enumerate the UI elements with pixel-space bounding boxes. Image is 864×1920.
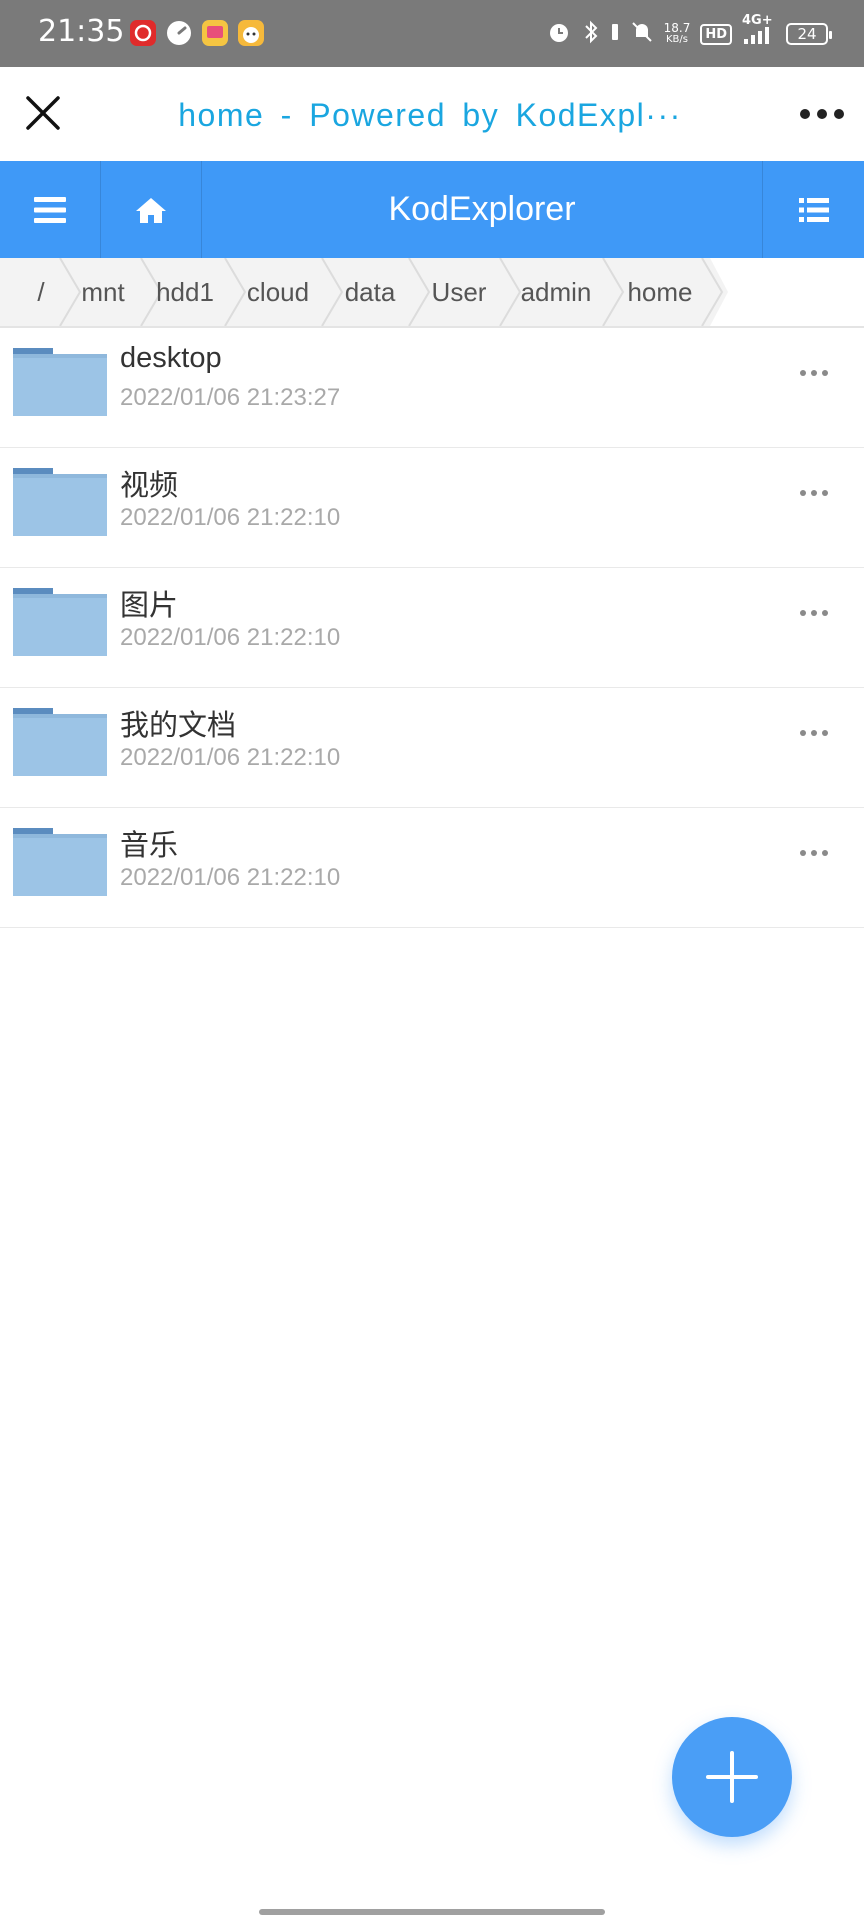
- hamburger-icon: [34, 196, 66, 223]
- battery-icon: 24: [786, 23, 832, 45]
- list-item[interactable]: 视频 2022/01/06 21:22:10: [0, 448, 864, 568]
- more-options-button[interactable]: [800, 107, 844, 121]
- dot: [800, 370, 806, 376]
- list-item[interactable]: desktop 2022/01/06 21:23:27: [0, 328, 864, 448]
- dot: [800, 490, 806, 496]
- folder-icon: [13, 468, 107, 536]
- dot: [811, 370, 817, 376]
- file-name: 图片: [120, 590, 179, 622]
- gift-app-icon: [202, 20, 228, 46]
- dot: [822, 370, 828, 376]
- close-button[interactable]: [24, 94, 62, 132]
- app-name: KodExplorer: [388, 190, 576, 228]
- vibrate-icon: [610, 19, 620, 50]
- dot: [800, 730, 806, 736]
- breadcrumb-admin[interactable]: admin: [510, 258, 602, 326]
- folder-icon: [13, 708, 107, 776]
- file-date: 2022/01/06 21:22:10: [120, 864, 341, 891]
- dot: [817, 109, 827, 119]
- breadcrumb: / mnt hdd1 cloud data User admin home: [0, 258, 864, 328]
- folder-icon: [13, 348, 107, 416]
- list-icon: [798, 197, 829, 222]
- breadcrumb-user[interactable]: User: [419, 258, 499, 326]
- net-speed: 18.7 KB/s: [664, 22, 691, 46]
- dot: [822, 850, 828, 856]
- home-icon: [136, 197, 166, 223]
- file-name: 音乐: [120, 830, 179, 862]
- item-more-button[interactable]: [800, 850, 828, 858]
- breadcrumb-root[interactable]: /: [22, 258, 60, 326]
- dot: [800, 610, 806, 616]
- dot: [834, 109, 844, 119]
- mute-icon: [630, 19, 654, 50]
- list-item[interactable]: 我的文档 2022/01/06 21:22:10: [0, 688, 864, 808]
- dot: [800, 109, 810, 119]
- folder-icon: [13, 588, 107, 656]
- net-speed-value: 18.7: [663, 21, 691, 35]
- dot: [822, 610, 828, 616]
- list-view-button[interactable]: [762, 161, 864, 258]
- status-time: 21:35: [38, 14, 125, 49]
- item-more-button[interactable]: [800, 370, 828, 378]
- dot: [822, 490, 828, 496]
- speedometer-icon: [166, 20, 192, 46]
- item-more-button[interactable]: [800, 730, 828, 738]
- list-item[interactable]: 图片 2022/01/06 21:22:10: [0, 568, 864, 688]
- breadcrumb-home[interactable]: home: [613, 258, 707, 326]
- home-button[interactable]: [101, 161, 202, 258]
- hd-badge: HD: [700, 23, 732, 45]
- breadcrumb-mnt[interactable]: mnt: [70, 258, 136, 326]
- file-name: 视频: [120, 470, 179, 502]
- file-date: 2022/01/06 21:23:27: [120, 384, 341, 411]
- dot: [811, 850, 817, 856]
- dot: [811, 730, 817, 736]
- bluetooth-icon: [582, 19, 600, 50]
- file-list: desktop 2022/01/06 21:23:27 视频 2022/01/0…: [0, 328, 864, 928]
- status-indicators: 18.7 KB/s HD 4G+ 24: [546, 13, 832, 50]
- item-more-button[interactable]: [800, 610, 828, 618]
- app-header: KodExplorer: [0, 161, 864, 258]
- file-name: desktop: [120, 342, 222, 374]
- file-date: 2022/01/06 21:22:10: [120, 624, 341, 651]
- item-more-button[interactable]: [800, 490, 828, 498]
- title-bar: home - Powered by KodExpl···: [0, 67, 864, 161]
- file-date: 2022/01/06 21:22:10: [120, 504, 341, 531]
- dot: [811, 490, 817, 496]
- signal-icon: 4G+: [742, 13, 776, 50]
- close-icon: [26, 96, 60, 130]
- menu-button[interactable]: [0, 161, 101, 258]
- dot: [800, 850, 806, 856]
- network-type: 4G+: [742, 12, 773, 28]
- face-app-icon: [238, 20, 264, 46]
- net-speed-unit: KB/s: [665, 34, 688, 45]
- folder-icon: [13, 828, 107, 896]
- alarm-icon: [546, 19, 572, 50]
- dot: [822, 730, 828, 736]
- breadcrumb-hdd1[interactable]: hdd1: [151, 258, 219, 326]
- page-title: home - Powered by KodExpl···: [178, 97, 682, 133]
- add-button[interactable]: [672, 1717, 792, 1837]
- dot: [811, 610, 817, 616]
- netease-music-icon: [130, 20, 156, 46]
- list-item[interactable]: 音乐 2022/01/06 21:22:10: [0, 808, 864, 928]
- file-name: 我的文档: [120, 710, 237, 742]
- breadcrumb-cloud[interactable]: cloud: [235, 258, 321, 326]
- status-bar: 21:35 18.7 KB/s HD 4G+ 24: [0, 0, 864, 67]
- file-date: 2022/01/06 21:22:10: [120, 744, 341, 771]
- plus-icon: [706, 1751, 758, 1803]
- home-indicator[interactable]: [259, 1909, 605, 1915]
- breadcrumb-data[interactable]: data: [332, 258, 408, 326]
